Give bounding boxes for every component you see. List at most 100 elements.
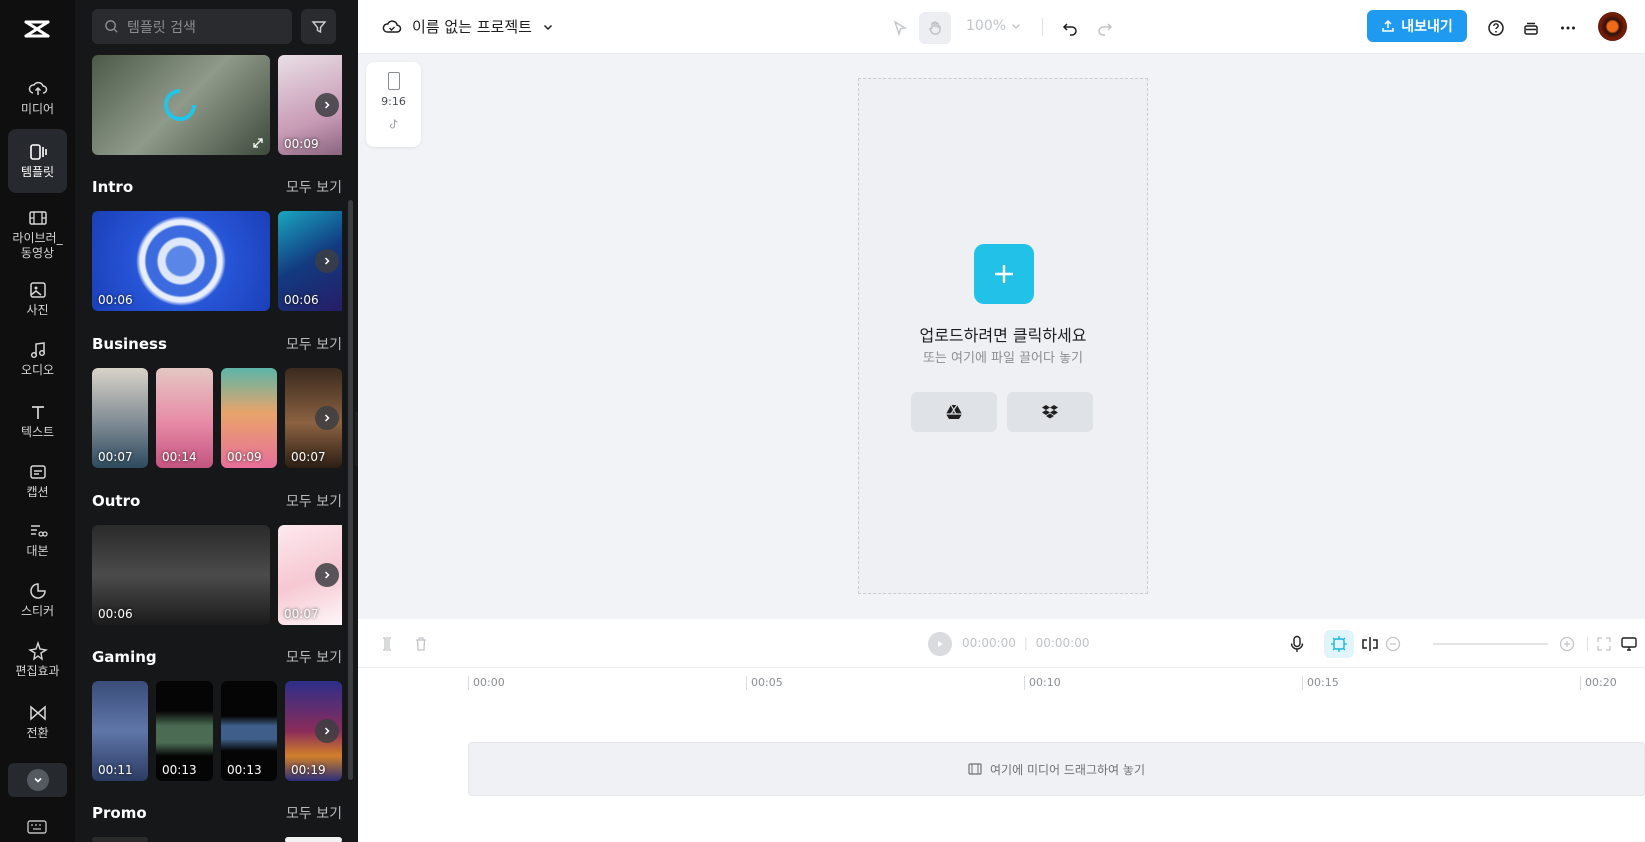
select-tool-button[interactable] <box>884 12 916 44</box>
toolbar-divider <box>1587 637 1588 651</box>
template-thumbnail[interactable]: 00:13 <box>221 681 277 781</box>
template-thumbnail[interactable]: 00:06 <box>92 525 270 625</box>
template-thumbnail[interactable] <box>92 55 270 155</box>
panel-scrollbar[interactable] <box>348 200 353 780</box>
template-thumbnail[interactable]: 00:14 <box>156 368 213 468</box>
monitor-button[interactable] <box>1618 633 1640 655</box>
section-header-intro: Intro 모두 보기 <box>92 177 342 197</box>
rail-item-script[interactable]: 대본 <box>8 508 67 572</box>
rail-item-captions[interactable]: 캡션 <box>8 449 67 513</box>
timecode: 00:00:00 | 00:00:00 <box>962 636 1090 650</box>
upload-button[interactable] <box>974 244 1034 304</box>
google-drive-button[interactable] <box>911 392 997 432</box>
rail-item-label: 스티커 <box>20 604 55 618</box>
trash-icon <box>416 637 426 651</box>
rail-item-audio[interactable]: 오디오 <box>8 327 67 391</box>
section-header-business: Business 모두 보기 <box>92 334 342 354</box>
see-all-link[interactable]: 모두 보기 <box>286 334 342 354</box>
rail-item-label: 대본 <box>26 544 49 558</box>
voiceover-button[interactable] <box>1286 633 1308 655</box>
timeline[interactable]: 00:00 00:05 00:10 00:15 00:20 여기에 미디어 드래… <box>358 668 1645 842</box>
keyboard-icon[interactable] <box>27 819 47 835</box>
rail-item-label: 텍스트 <box>20 425 55 439</box>
rail-item-stickers[interactable]: 스티커 <box>8 568 67 632</box>
upload-subtitle: 또는 여기에 파일 끌어다 놓기 <box>922 351 1084 366</box>
undo-button[interactable] <box>1054 12 1086 44</box>
aspect-ratio-button[interactable]: 9:16 <box>366 62 421 147</box>
rail-item-photos[interactable]: 사진 <box>8 267 67 331</box>
zoom-out-icon <box>1385 636 1401 652</box>
timeline-tick: 00:20 <box>1580 676 1617 690</box>
rail-item-text[interactable]: 텍스트 <box>8 389 67 453</box>
rail-item-library-video[interactable]: 라이브러_ 동영상 <box>8 202 67 266</box>
export-button[interactable]: 내보내기 <box>1367 10 1467 42</box>
auto-snap-toggle[interactable] <box>1324 630 1354 658</box>
redo-icon <box>1098 23 1113 36</box>
hand-tool-button[interactable] <box>919 12 951 44</box>
zoom-in-icon <box>1559 636 1575 652</box>
row-next-button[interactable] <box>315 719 339 743</box>
cloud-sync-icon <box>382 19 402 33</box>
fit-timeline-button[interactable] <box>1593 633 1615 655</box>
layers-button[interactable] <box>1515 12 1547 44</box>
template-thumbnail[interactable] <box>285 837 342 842</box>
see-all-link[interactable]: 모두 보기 <box>286 647 342 667</box>
template-row-gaming: 00:11 00:13 00:13 00:19 <box>92 681 342 781</box>
split-button[interactable] <box>376 633 398 655</box>
template-search-input[interactable]: 템플릿 검색 <box>92 9 292 44</box>
zoom-out-button[interactable] <box>1382 633 1404 655</box>
search-placeholder: 템플릿 검색 <box>127 19 196 36</box>
row-next-button[interactable] <box>315 406 339 430</box>
help-button[interactable] <box>1480 12 1512 44</box>
template-thumbnail[interactable] <box>92 837 148 842</box>
section-title: Outro <box>92 492 141 510</box>
see-all-link[interactable]: 모두 보기 <box>286 177 342 197</box>
rail-item-label: 전환 <box>26 726 49 740</box>
row-next-button[interactable] <box>315 249 339 273</box>
project-name: 이름 없는 프로젝트 <box>412 18 532 36</box>
delete-button[interactable] <box>410 633 432 655</box>
filter-button[interactable] <box>301 9 336 44</box>
expand-icon[interactable] <box>252 137 264 149</box>
timeline-toolbar: 00:00:00 | 00:00:00 <box>358 619 1645 668</box>
section-header-outro: Outro 모두 보기 <box>92 491 342 511</box>
dropbox-button[interactable] <box>1007 392 1093 432</box>
row-next-button[interactable] <box>315 563 339 587</box>
see-all-link[interactable]: 모두 보기 <box>286 803 342 823</box>
text-icon <box>31 406 44 419</box>
zoom-in-button[interactable] <box>1556 633 1578 655</box>
project-name-dropdown[interactable]: 이름 없는 프로젝트 <box>382 16 564 37</box>
rail-item-effects[interactable]: 편집효과 <box>8 628 67 692</box>
template-thumbnail[interactable]: 00:13 <box>156 681 213 781</box>
capcut-logo-icon[interactable] <box>22 14 52 44</box>
rail-item-media[interactable]: 미디어 <box>8 66 67 130</box>
loading-spinner-icon <box>164 89 196 121</box>
zoom-dropdown[interactable]: 100% <box>966 18 1022 34</box>
canvas-area: 9:16 업로드하려면 클릭하세요 또는 여기에 파일 끌어다 놓기 <box>358 54 1645 619</box>
template-row-intro: 00:06 00:06 <box>92 211 342 311</box>
media-drop-track[interactable]: 여기에 미디어 드래그하여 놓기 <box>468 742 1645 796</box>
rail-item-transitions[interactable]: 전환 <box>8 690 67 754</box>
link-clips-button[interactable] <box>1359 633 1381 655</box>
template-thumbnail[interactable]: 00:11 <box>92 681 148 781</box>
template-thumbnail[interactable]: 00:07 <box>92 368 148 468</box>
template-thumbnail[interactable]: 00:06 <box>92 211 270 311</box>
user-avatar[interactable] <box>1598 12 1627 41</box>
see-all-link[interactable]: 모두 보기 <box>286 491 342 511</box>
rail-item-templates[interactable]: 템플릿 <box>8 129 67 193</box>
play-button[interactable] <box>928 632 952 656</box>
section-title: Intro <box>92 178 134 196</box>
timeline-zoom-slider[interactable] <box>1433 643 1548 645</box>
template-duration: 00:07 <box>284 607 319 621</box>
google-drive-icon <box>946 404 962 419</box>
template-duration: 00:06 <box>98 607 133 621</box>
redo-button[interactable] <box>1089 12 1121 44</box>
image-icon <box>29 282 46 298</box>
row-next-button[interactable] <box>315 93 339 117</box>
rail-more-button[interactable] <box>8 763 67 797</box>
template-duration: 00:09 <box>284 137 319 151</box>
top-bar: 이름 없는 프로젝트 100% 내보내기 <box>358 0 1645 54</box>
more-options-button[interactable] <box>1552 12 1584 44</box>
upload-drop-zone[interactable]: 업로드하려면 클릭하세요 또는 여기에 파일 끌어다 놓기 <box>858 78 1148 594</box>
template-thumbnail[interactable]: 00:09 <box>221 368 277 468</box>
